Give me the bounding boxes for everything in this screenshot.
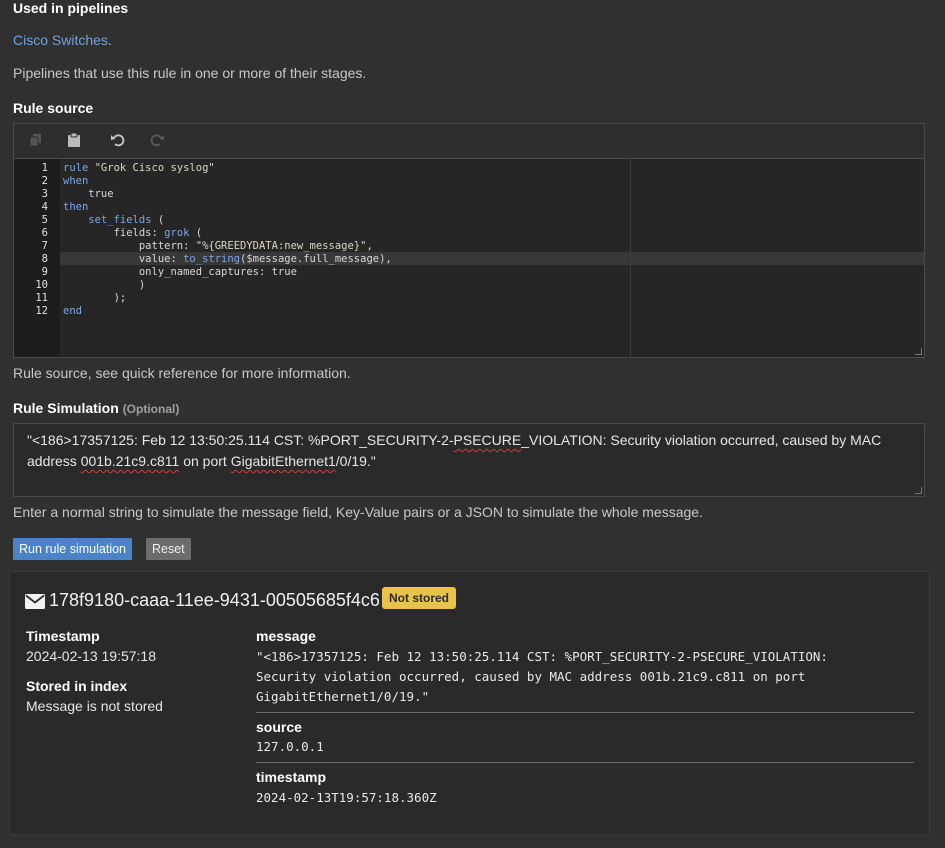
line-number: 8 bbox=[41, 253, 48, 265]
simulation-heading-row: Rule Simulation (Optional) bbox=[13, 400, 179, 416]
pipelines-line: Cisco Switches. bbox=[13, 32, 112, 48]
code-token: to_string bbox=[183, 253, 241, 265]
code-line: pattern: "%{GREEDYDATA:new_message}", bbox=[63, 240, 373, 252]
line-number: 11 bbox=[35, 292, 48, 304]
simulation-help: Enter a normal string to simulate the me… bbox=[13, 504, 703, 520]
code-line: end bbox=[63, 305, 82, 317]
code-line: then bbox=[63, 201, 89, 213]
code-token: , bbox=[366, 240, 373, 252]
timestamp-value: 2024-02-13 19:57:18 bbox=[26, 648, 156, 664]
simulation-result-panel: 178f9180-caaa-11ee-9431-00505685f4c6 Not… bbox=[9, 571, 930, 835]
field-message-label: message bbox=[256, 628, 316, 644]
optional-label: (Optional) bbox=[122, 402, 180, 416]
field-divider bbox=[256, 762, 914, 763]
not-stored-badge: Not stored bbox=[382, 587, 456, 609]
stored-in-index-label: Stored in index bbox=[26, 678, 128, 694]
resize-handle-icon[interactable] bbox=[915, 487, 922, 494]
field-timestamp-value: 2024-02-13T19:57:18.360Z bbox=[256, 790, 437, 805]
message-id[interactable]: 178f9180-caaa-11ee-9431-00505685f4c6 bbox=[49, 590, 380, 611]
editor-toolbar bbox=[14, 124, 924, 159]
rule-source-heading: Rule source bbox=[13, 100, 94, 116]
code-line: ); bbox=[63, 292, 127, 304]
simulation-heading: Rule Simulation bbox=[13, 400, 119, 416]
sim-text-part: on port bbox=[179, 453, 231, 469]
line-number: 2 bbox=[41, 175, 48, 187]
pipeline-link[interactable]: Cisco Switches bbox=[13, 32, 108, 48]
line-number: 10 bbox=[35, 279, 48, 291]
code-token: "%{GREEDYDATA:new_message}" bbox=[195, 240, 367, 252]
line-number: 1 bbox=[41, 162, 48, 174]
code-line: ) bbox=[63, 279, 146, 291]
field-timestamp-label: timestamp bbox=[256, 769, 327, 785]
field-source-label: source bbox=[256, 719, 302, 735]
copy-icon[interactable] bbox=[27, 131, 45, 149]
code-line: value: to_string($message.full_message), bbox=[63, 253, 392, 265]
rule-source-editor[interactable]: 1 2 3 4 5 6 7 8 9 10 11 12 rule "Grok Ci… bbox=[13, 123, 925, 358]
reset-button[interactable]: Reset bbox=[146, 538, 191, 560]
simulation-text: "<186>17357125: Feb 12 13:50:25.114 CST:… bbox=[27, 430, 907, 472]
spellcheck-word: GigabitEthernet1 bbox=[230, 453, 336, 469]
line-number: 3 bbox=[41, 188, 48, 200]
pipelines-heading: Used in pipelines bbox=[13, 0, 129, 16]
sim-text-part: "<186>17357125: Feb 12 13:50:25.114 CST:… bbox=[27, 432, 454, 448]
pipelines-description: Pipelines that use this rule in one or m… bbox=[13, 65, 367, 81]
sim-text-part: /0/19." bbox=[335, 453, 376, 469]
field-divider bbox=[256, 712, 914, 713]
run-simulation-button[interactable]: Run rule simulation bbox=[13, 538, 132, 560]
undo-icon[interactable] bbox=[109, 131, 127, 149]
code-line: only_named_captures: true bbox=[63, 266, 297, 278]
code-line: true bbox=[63, 188, 114, 200]
envelope-icon bbox=[25, 594, 45, 612]
code-token: ( bbox=[189, 227, 203, 239]
code-token: rule bbox=[63, 162, 95, 174]
paste-icon[interactable] bbox=[65, 131, 83, 149]
code-area[interactable]: rule "Grok Cisco syslog" when true then … bbox=[60, 159, 924, 357]
message-line: Security violation occurred, caused by M… bbox=[256, 669, 806, 684]
code-token: set_fields bbox=[88, 214, 152, 226]
line-number-gutter: 1 2 3 4 5 6 7 8 9 10 11 12 bbox=[14, 159, 60, 357]
pipeline-link-suffix: . bbox=[107, 32, 112, 48]
message-line: "<186>17357125: Feb 12 13:50:25.114 CST:… bbox=[256, 649, 828, 664]
field-message-value: "<186>17357125: Feb 12 13:50:25.114 CST:… bbox=[256, 647, 828, 707]
code-token: pattern: bbox=[63, 240, 196, 252]
code-line: fields: grok ( bbox=[63, 227, 203, 239]
resize-handle-icon[interactable] bbox=[915, 348, 922, 355]
line-number: 7 bbox=[41, 240, 48, 252]
timestamp-label: Timestamp bbox=[26, 628, 100, 644]
code-line: when bbox=[63, 175, 89, 187]
spellcheck-word: 001b.21c9.c811 bbox=[80, 453, 180, 469]
line-number: 5 bbox=[41, 214, 48, 226]
redo-icon[interactable] bbox=[148, 131, 166, 149]
simulation-textarea[interactable]: "<186>17357125: Feb 12 13:50:25.114 CST:… bbox=[13, 423, 925, 497]
code-line: set_fields ( bbox=[63, 214, 164, 226]
code-token: fields: bbox=[63, 227, 165, 239]
line-number: 6 bbox=[41, 227, 48, 239]
line-number: 12 bbox=[35, 305, 48, 317]
line-number: 9 bbox=[41, 266, 48, 278]
code-token: value: bbox=[63, 253, 184, 265]
code-token: ($message.full_message), bbox=[240, 253, 392, 265]
message-line: GigabitEthernet1/0/19." bbox=[256, 689, 430, 704]
field-source-value: 127.0.0.1 bbox=[256, 739, 324, 754]
spellcheck-word: PSECURE bbox=[453, 432, 522, 448]
code-line: rule "Grok Cisco syslog" bbox=[63, 162, 215, 174]
line-number: 4 bbox=[41, 201, 48, 213]
code-token: grok bbox=[164, 227, 190, 239]
print-margin bbox=[630, 159, 631, 357]
rule-source-help: Rule source, see quick reference for mor… bbox=[13, 365, 351, 381]
code-token: "Grok Cisco syslog" bbox=[94, 162, 215, 174]
code-token: ( bbox=[151, 214, 165, 226]
stored-in-index-value: Message is not stored bbox=[26, 698, 163, 714]
